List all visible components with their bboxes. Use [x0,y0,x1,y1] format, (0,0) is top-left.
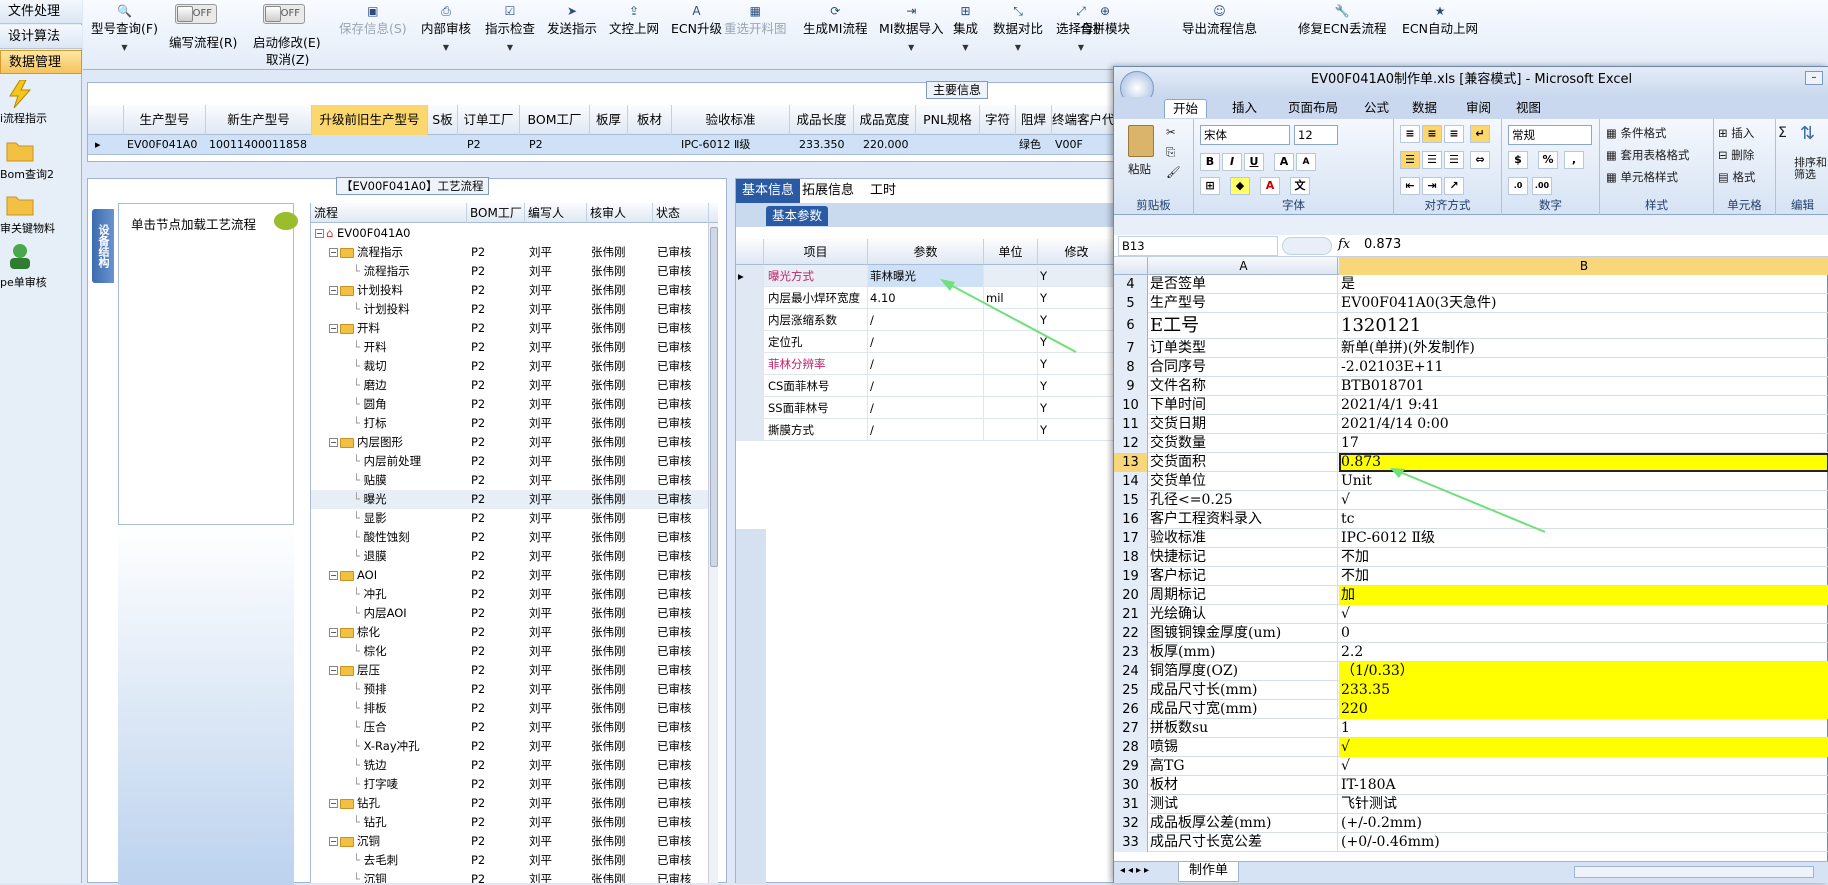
arrow-excel [1394,469,1546,533]
annotation-arrows [940,279,1546,533]
arrow-params-head [940,279,955,291]
arrow-params [944,281,1077,353]
